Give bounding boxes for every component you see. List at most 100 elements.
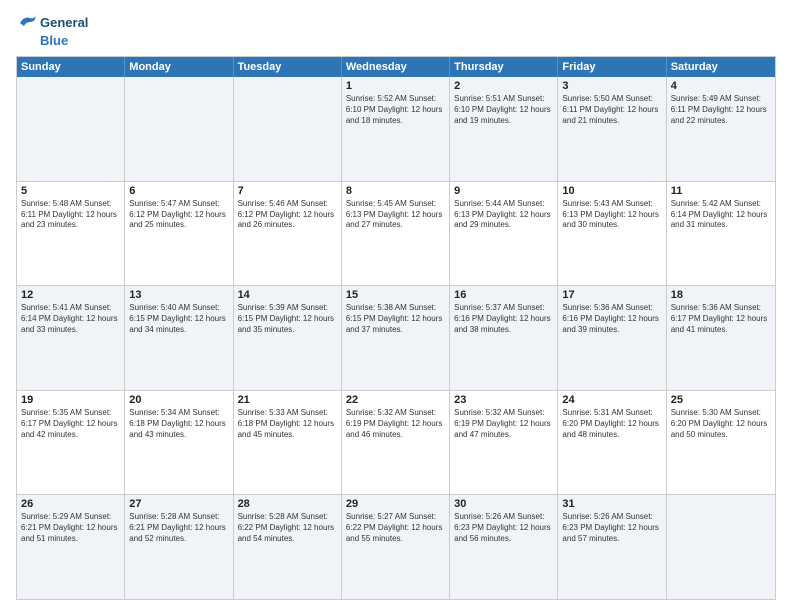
day-number: 7	[238, 185, 337, 197]
calendar-cell: 26 Sunrise: 5:29 AM Sunset: 6:21 PM Dayli…	[17, 495, 125, 599]
weekday-header: Monday	[125, 57, 233, 77]
cell-daylight-text: Sunrise: 5:52 AM Sunset: 6:10 PM Dayligh…	[346, 94, 445, 126]
calendar-cell: 25 Sunrise: 5:30 AM Sunset: 6:20 PM Dayli…	[667, 391, 775, 495]
calendar-cell: 13Sunrise: 5:40 AM Sunset: 6:15 PM Dayli…	[125, 286, 233, 390]
cell-daylight-text: Sunrise: 5:50 AM Sunset: 6:11 PM Dayligh…	[562, 94, 661, 126]
calendar-cell: 28 Sunrise: 5:28 AM Sunset: 6:22 PM Dayli…	[234, 495, 342, 599]
day-number: 2	[454, 80, 553, 92]
day-number: 29	[346, 498, 445, 510]
calendar-cell: 11 Sunrise: 5:42 AM Sunset: 6:14 PM Dayli…	[667, 182, 775, 286]
logo-general: General	[40, 16, 88, 30]
calendar-row: 26 Sunrise: 5:29 AM Sunset: 6:21 PM Dayli…	[17, 494, 775, 599]
cell-daylight-text: Sunrise: 5:42 AM Sunset: 6:14 PM Dayligh…	[671, 199, 771, 231]
weekday-header: Thursday	[450, 57, 558, 77]
day-number: 31	[562, 498, 661, 510]
day-number: 17	[562, 289, 661, 301]
day-number: 12	[21, 289, 120, 301]
calendar-row: 12 Sunrise: 5:41 AM Sunset: 6:14 PM Dayli…	[17, 285, 775, 390]
day-number: 25	[671, 394, 771, 406]
day-number: 11	[671, 185, 771, 197]
day-number: 28	[238, 498, 337, 510]
day-number: 23	[454, 394, 553, 406]
calendar-cell: 3 Sunrise: 5:50 AM Sunset: 6:11 PM Daylig…	[558, 77, 666, 181]
cell-daylight-text: Sunrise: 5:32 AM Sunset: 6:19 PM Dayligh…	[454, 408, 553, 440]
calendar-body: 1Sunrise: 5:52 AM Sunset: 6:10 PM Daylig…	[17, 77, 775, 599]
cell-daylight-text: Sunrise: 5:27 AM Sunset: 6:22 PM Dayligh…	[346, 512, 445, 544]
logo-blue: Blue	[40, 34, 68, 48]
calendar-cell: 24 Sunrise: 5:31 AM Sunset: 6:20 PM Dayli…	[558, 391, 666, 495]
calendar-cell: 5 Sunrise: 5:48 AM Sunset: 6:11 PM Daylig…	[17, 182, 125, 286]
day-number: 27	[129, 498, 228, 510]
cell-daylight-text: Sunrise: 5:26 AM Sunset: 6:23 PM Dayligh…	[562, 512, 661, 544]
cell-daylight-text: Sunrise: 5:29 AM Sunset: 6:21 PM Dayligh…	[21, 512, 120, 544]
cell-daylight-text: Sunrise: 5:49 AM Sunset: 6:11 PM Dayligh…	[671, 94, 771, 126]
cell-daylight-text: Sunrise: 5:43 AM Sunset: 6:13 PM Dayligh…	[562, 199, 661, 231]
cell-daylight-text: Sunrise: 5:45 AM Sunset: 6:13 PM Dayligh…	[346, 199, 445, 231]
calendar-cell: 12 Sunrise: 5:41 AM Sunset: 6:14 PM Dayli…	[17, 286, 125, 390]
calendar-cell: 22Sunrise: 5:32 AM Sunset: 6:19 PM Dayli…	[342, 391, 450, 495]
calendar-cell: 4Sunrise: 5:49 AM Sunset: 6:11 PM Daylig…	[667, 77, 775, 181]
weekday-header: Friday	[558, 57, 666, 77]
calendar-cell: 14 Sunrise: 5:39 AM Sunset: 6:15 PM Dayli…	[234, 286, 342, 390]
cell-daylight-text: Sunrise: 5:31 AM Sunset: 6:20 PM Dayligh…	[562, 408, 661, 440]
cell-daylight-text: Sunrise: 5:30 AM Sunset: 6:20 PM Dayligh…	[671, 408, 771, 440]
cell-daylight-text: Sunrise: 5:34 AM Sunset: 6:18 PM Dayligh…	[129, 408, 228, 440]
day-number: 14	[238, 289, 337, 301]
logo-bird-icon	[16, 12, 38, 34]
day-number: 16	[454, 289, 553, 301]
cell-daylight-text: Sunrise: 5:46 AM Sunset: 6:12 PM Dayligh…	[238, 199, 337, 231]
day-number: 8	[346, 185, 445, 197]
cell-daylight-text: Sunrise: 5:33 AM Sunset: 6:18 PM Dayligh…	[238, 408, 337, 440]
cell-daylight-text: Sunrise: 5:38 AM Sunset: 6:15 PM Dayligh…	[346, 303, 445, 335]
day-number: 26	[21, 498, 120, 510]
cell-daylight-text: Sunrise: 5:36 AM Sunset: 6:16 PM Dayligh…	[562, 303, 661, 335]
calendar-cell: 2 Sunrise: 5:51 AM Sunset: 6:10 PM Daylig…	[450, 77, 558, 181]
calendar-cell: 18 Sunrise: 5:36 AM Sunset: 6:17 PM Dayli…	[667, 286, 775, 390]
cell-daylight-text: Sunrise: 5:39 AM Sunset: 6:15 PM Dayligh…	[238, 303, 337, 335]
calendar-cell	[234, 77, 342, 181]
cell-daylight-text: Sunrise: 5:28 AM Sunset: 6:21 PM Dayligh…	[129, 512, 228, 544]
cell-daylight-text: Sunrise: 5:41 AM Sunset: 6:14 PM Dayligh…	[21, 303, 120, 335]
day-number: 15	[346, 289, 445, 301]
header: General Blue	[16, 12, 776, 48]
calendar-cell: 31 Sunrise: 5:26 AM Sunset: 6:23 PM Dayli…	[558, 495, 666, 599]
day-number: 3	[562, 80, 661, 92]
calendar-cell: 7 Sunrise: 5:46 AM Sunset: 6:12 PM Daylig…	[234, 182, 342, 286]
weekday-header: Sunday	[17, 57, 125, 77]
calendar-row: 5 Sunrise: 5:48 AM Sunset: 6:11 PM Daylig…	[17, 181, 775, 286]
day-number: 5	[21, 185, 120, 197]
calendar: SundayMondayTuesdayWednesdayThursdayFrid…	[16, 56, 776, 600]
day-number: 30	[454, 498, 553, 510]
day-number: 18	[671, 289, 771, 301]
cell-daylight-text: Sunrise: 5:40 AM Sunset: 6:15 PM Dayligh…	[129, 303, 228, 335]
cell-daylight-text: Sunrise: 5:37 AM Sunset: 6:16 PM Dayligh…	[454, 303, 553, 335]
day-number: 20	[129, 394, 228, 406]
calendar-cell: 9 Sunrise: 5:44 AM Sunset: 6:13 PM Daylig…	[450, 182, 558, 286]
day-number: 9	[454, 185, 553, 197]
cell-daylight-text: Sunrise: 5:26 AM Sunset: 6:23 PM Dayligh…	[454, 512, 553, 544]
calendar-cell: 30 Sunrise: 5:26 AM Sunset: 6:23 PM Dayli…	[450, 495, 558, 599]
calendar-cell: 21 Sunrise: 5:33 AM Sunset: 6:18 PM Dayli…	[234, 391, 342, 495]
calendar-row: 19Sunrise: 5:35 AM Sunset: 6:17 PM Dayli…	[17, 390, 775, 495]
cell-daylight-text: Sunrise: 5:36 AM Sunset: 6:17 PM Dayligh…	[671, 303, 771, 335]
calendar-cell: 19Sunrise: 5:35 AM Sunset: 6:17 PM Dayli…	[17, 391, 125, 495]
weekday-header: Tuesday	[234, 57, 342, 77]
cell-daylight-text: Sunrise: 5:28 AM Sunset: 6:22 PM Dayligh…	[238, 512, 337, 544]
calendar-header: SundayMondayTuesdayWednesdayThursdayFrid…	[17, 57, 775, 77]
day-number: 24	[562, 394, 661, 406]
day-number: 21	[238, 394, 337, 406]
page: General Blue SundayMondayTuesdayWednesda…	[0, 0, 792, 612]
day-number: 6	[129, 185, 228, 197]
calendar-cell	[17, 77, 125, 181]
calendar-cell: 6Sunrise: 5:47 AM Sunset: 6:12 PM Daylig…	[125, 182, 233, 286]
calendar-cell: 27 Sunrise: 5:28 AM Sunset: 6:21 PM Dayli…	[125, 495, 233, 599]
cell-daylight-text: Sunrise: 5:51 AM Sunset: 6:10 PM Dayligh…	[454, 94, 553, 126]
weekday-header: Wednesday	[342, 57, 450, 77]
calendar-cell: 17 Sunrise: 5:36 AM Sunset: 6:16 PM Dayli…	[558, 286, 666, 390]
day-number: 22	[346, 394, 445, 406]
cell-daylight-text: Sunrise: 5:44 AM Sunset: 6:13 PM Dayligh…	[454, 199, 553, 231]
calendar-row: 1Sunrise: 5:52 AM Sunset: 6:10 PM Daylig…	[17, 77, 775, 181]
cell-daylight-text: Sunrise: 5:48 AM Sunset: 6:11 PM Dayligh…	[21, 199, 120, 231]
calendar-cell	[667, 495, 775, 599]
calendar-cell: 1Sunrise: 5:52 AM Sunset: 6:10 PM Daylig…	[342, 77, 450, 181]
